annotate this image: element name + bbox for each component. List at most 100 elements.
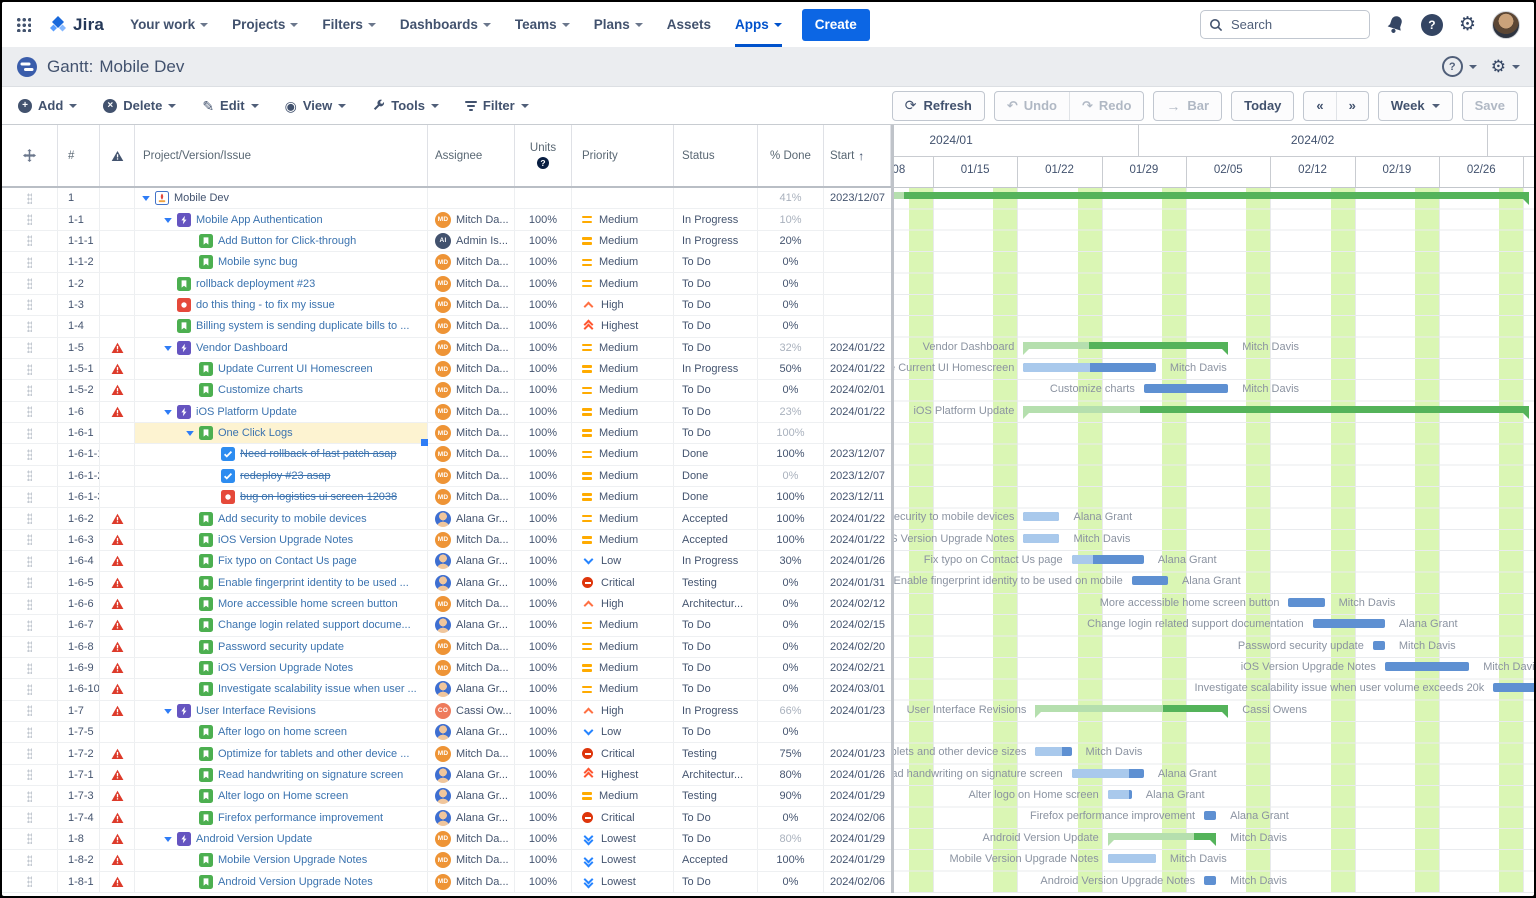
units-help-icon[interactable]: ?	[537, 157, 549, 169]
warning-icon[interactable]	[100, 700, 135, 721]
drag-handle-icon[interactable]	[27, 470, 32, 482]
drag-handle-icon[interactable]	[27, 534, 32, 546]
priority-cell[interactable]: Highest	[572, 316, 674, 337]
expand-caret-icon[interactable]	[163, 215, 177, 225]
drag-handle-icon[interactable]	[27, 278, 32, 290]
assignee-cell[interactable]: MD Mitch Da...	[428, 636, 515, 657]
issue-cell[interactable]: More accessible home screen button	[135, 593, 428, 615]
start-date-cell[interactable]: 2023/12/07	[824, 188, 891, 208]
units-cell[interactable]: 100%	[515, 358, 572, 380]
table-row[interactable]: 1-6 iOS Platform Update MD Mitch Da... 100% M…	[2, 401, 891, 423]
table-row[interactable]: 1-2 rollback deployment #23 MD Mitch Da... 1…	[2, 273, 891, 295]
warning-icon[interactable]	[100, 807, 135, 828]
issue-cell[interactable]: iOS Platform Update	[135, 401, 428, 422]
jira-logo[interactable]: Jira	[47, 14, 104, 36]
drag-handle-icon[interactable]	[27, 299, 32, 311]
priority-cell[interactable]: Critical	[572, 807, 674, 828]
status-cell[interactable]: To Do	[674, 828, 758, 850]
start-date-cell[interactable]	[824, 316, 891, 336]
gantt-bar[interactable]	[894, 192, 1530, 205]
issue-cell[interactable]: Vendor Dashboard	[135, 337, 428, 358]
drag-handle-icon[interactable]	[27, 812, 32, 824]
issue-cell[interactable]: Billing system is sending duplicate bill…	[135, 316, 428, 337]
issue-link[interactable]: Enable fingerprint identity to be used .…	[218, 577, 409, 589]
column-header-units[interactable]: Units?	[515, 125, 572, 186]
percent-done-cell[interactable]: 100%	[758, 422, 824, 444]
priority-cell[interactable]: Low	[572, 721, 674, 743]
edit-menu-button[interactable]: ✎ Edit	[202, 98, 259, 113]
start-date-cell[interactable]: 2024/01/22	[824, 508, 891, 528]
column-header-status[interactable]: Status	[674, 125, 758, 186]
status-cell[interactable]: In Progress	[674, 551, 758, 572]
units-cell[interactable]: 100%	[515, 657, 572, 679]
units-cell[interactable]: 100%	[515, 422, 572, 444]
drag-handle-icon[interactable]	[27, 384, 32, 396]
priority-cell[interactable]: Low	[572, 551, 674, 572]
drag-handle-icon[interactable]	[27, 448, 32, 460]
assignee-cell[interactable]: MD Mitch Da...	[428, 380, 515, 401]
warning-icon[interactable]	[100, 636, 135, 657]
table-row[interactable]: 1-1-1 Add Button for Click-through AI Admin…	[2, 230, 891, 253]
status-cell[interactable]: Accepted	[674, 529, 758, 551]
issue-cell[interactable]: After logo on home screen	[135, 721, 428, 743]
drag-handle-icon[interactable]	[27, 555, 32, 567]
percent-done-cell[interactable]: 100%	[758, 508, 824, 529]
status-cell[interactable]: To Do	[674, 615, 758, 636]
drag-handle-icon[interactable]	[27, 256, 32, 268]
gantt-bar[interactable]	[1035, 747, 1072, 757]
start-date-cell[interactable]	[824, 273, 891, 293]
percent-done-cell[interactable]: 0%	[758, 316, 824, 337]
start-date-cell[interactable]	[824, 722, 891, 742]
units-cell[interactable]: 100%	[515, 700, 572, 721]
assignee-cell[interactable]: Alana Gr...	[428, 721, 515, 743]
warning-icon[interactable]	[100, 828, 135, 850]
priority-cell[interactable]: Medium	[572, 337, 674, 358]
issue-link[interactable]: rollback deployment #23	[196, 278, 315, 290]
expand-caret-icon[interactable]	[163, 343, 177, 353]
percent-done-cell[interactable]: 66%	[758, 700, 824, 721]
status-cell[interactable]: To Do	[674, 807, 758, 828]
issue-cell[interactable]: Android Version Update	[135, 828, 428, 850]
priority-cell[interactable]: Medium	[572, 273, 674, 294]
assignee-cell[interactable]: CO Cassi Ow...	[428, 700, 515, 721]
gantt-help-menu[interactable]: ?	[1441, 56, 1477, 77]
issue-cell[interactable]: Add Button for Click-through	[135, 230, 428, 252]
issue-link[interactable]: Mobile sync bug	[218, 256, 298, 268]
scroll-right-button[interactable]: »	[1335, 91, 1368, 120]
column-header-priority[interactable]: Priority	[572, 125, 674, 186]
create-button[interactable]: Create	[801, 8, 870, 41]
assignee-cell[interactable]: MD Mitch Da...	[428, 444, 515, 465]
assignee-cell[interactable]: MD Mitch Da...	[428, 529, 515, 551]
percent-done-cell[interactable]: 23%	[758, 401, 824, 422]
gantt-bar[interactable]	[1384, 661, 1470, 671]
drag-handle-icon[interactable]	[27, 619, 32, 631]
issue-link[interactable]: Customize charts	[218, 384, 303, 396]
percent-done-cell[interactable]: 0%	[758, 657, 824, 679]
issue-cell[interactable]: Need rollback of last patch asap	[135, 444, 428, 465]
issue-cell[interactable]: redeploy #23 asap	[135, 465, 428, 487]
status-cell[interactable]: Done	[674, 444, 758, 465]
today-button[interactable]: Today	[1231, 90, 1295, 121]
assignee-cell[interactable]: MD Mitch Da...	[428, 465, 515, 487]
gantt-bar[interactable]	[1204, 875, 1217, 885]
drag-handle-icon[interactable]	[27, 192, 32, 204]
status-cell[interactable]	[674, 188, 758, 209]
units-cell[interactable]: 100%	[515, 636, 572, 657]
table-row[interactable]: 1-6-1 One Click Logs MD Mitch Da... 100% Medi…	[2, 422, 891, 446]
drag-handle-icon[interactable]	[27, 876, 32, 888]
issue-link[interactable]: Optimize for tablets and other device ..…	[218, 748, 409, 760]
bar-button[interactable]: → Bar	[1153, 90, 1223, 121]
issue-link[interactable]: Read handwriting on signature screen	[218, 769, 403, 781]
warning-icon[interactable]	[100, 358, 135, 380]
expand-caret-icon[interactable]	[163, 407, 177, 417]
tools-menu-button[interactable]: Tools	[372, 98, 439, 113]
issue-cell[interactable]: bug on logistics ui screen 12038	[135, 487, 428, 508]
start-date-cell[interactable]: 2024/01/29	[824, 786, 891, 806]
issue-link[interactable]: do this thing - to fix my issue	[196, 299, 335, 311]
search-input[interactable]	[1228, 16, 1353, 33]
redo-button[interactable]: ↷ Redo	[1069, 91, 1143, 120]
status-cell[interactable]: In Progress	[674, 209, 758, 230]
percent-done-cell[interactable]: 32%	[758, 337, 824, 358]
issue-link[interactable]: User Interface Revisions	[196, 705, 316, 717]
units-cell[interactable]: 100%	[515, 679, 572, 700]
